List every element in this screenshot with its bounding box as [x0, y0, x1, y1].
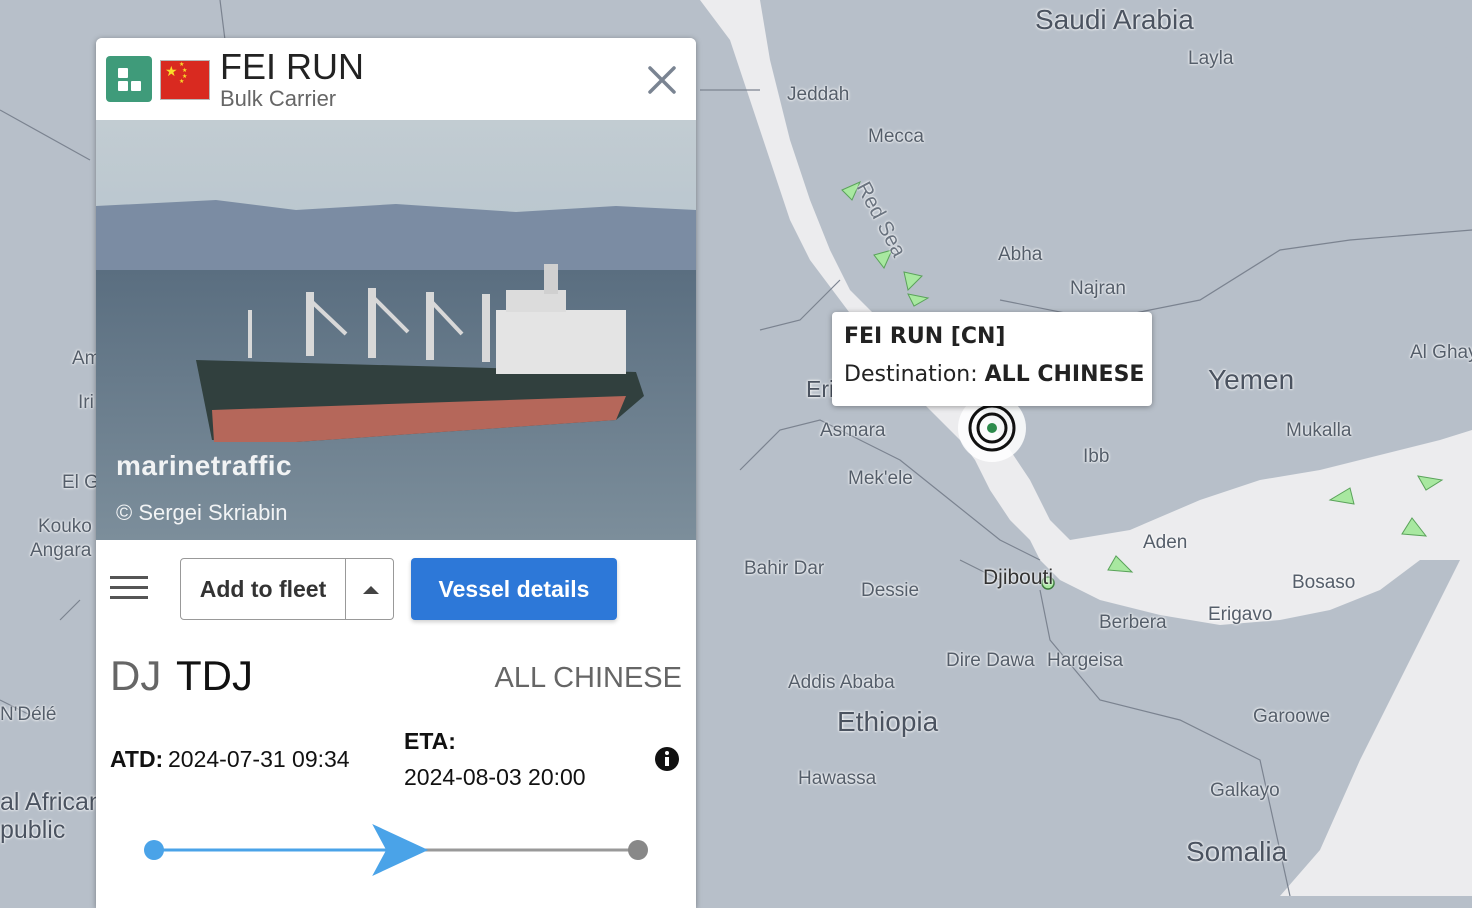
map-city-label: Asmara — [820, 420, 886, 441]
map-country-label: Ethiopia — [837, 706, 939, 737]
map-city-label: Galkayo — [1210, 780, 1280, 801]
map-city-label: Al Ghay — [1410, 342, 1472, 363]
map-country-label: Saudi Arabia — [1035, 4, 1194, 35]
chevron-up-icon — [363, 586, 379, 594]
map-city-label: Angara — [30, 540, 92, 561]
panel-actions: Add to fleet Vessel details — [96, 540, 696, 640]
map-city-label: El G — [62, 472, 99, 493]
progress-start-dot — [144, 840, 164, 860]
map-city-label: Ibb — [1083, 446, 1110, 467]
map-city-label: Jeddah — [787, 84, 850, 105]
eta-value: 2024-08-03 20:00 — [404, 764, 586, 790]
map-city-label: Kouko — [38, 516, 92, 537]
map-city-label: Djibouti — [983, 566, 1054, 589]
map-city-label: Garoowe — [1253, 706, 1331, 727]
eta-label: ETA: — [404, 728, 456, 754]
map-city-label: Dire Dawa — [946, 650, 1035, 671]
voyage-progress-bar — [144, 824, 648, 876]
destination: ALL CHINESE — [494, 662, 683, 694]
map-city-label: Layla — [1188, 48, 1234, 69]
map-city-label: Iri — [78, 392, 94, 413]
bulk-carrier-icon — [106, 56, 152, 102]
photo-credit: © Sergei Skriabin — [116, 500, 288, 525]
vessel-arrow — [907, 293, 930, 307]
photo-watermark: marinetraffic — [116, 450, 293, 481]
tooltip-destination-label: Destination: — [844, 362, 978, 387]
map-country-label: Somalia — [1186, 836, 1288, 867]
info-icon[interactable] — [654, 746, 680, 772]
vessel-details-button[interactable]: Vessel details — [411, 558, 617, 620]
tooltip-destination: Destination: ALL CHINESE — [844, 362, 1144, 387]
departure-port: TDJ — [176, 652, 253, 699]
voyage-times: ATD: 2024-07-31 09:34 ETA: 2024-08-03 20… — [96, 718, 696, 808]
map-city-label: Addis Ababa — [788, 672, 895, 693]
water-right — [1370, 0, 1472, 60]
map-city-label: Mecca — [868, 126, 924, 147]
add-to-fleet-button[interactable]: Add to fleet — [181, 559, 345, 619]
atd-value: 2024-07-31 09:34 — [168, 746, 350, 772]
map-city-label: Dessie — [861, 580, 920, 601]
map-city-label: Abha — [998, 244, 1043, 265]
tooltip-destination-value: ALL CHINESE — [984, 362, 1145, 387]
voyage-progress — [96, 818, 696, 878]
map-country-label: al African — [0, 788, 103, 816]
vessel-tooltip: FEI RUN [CN] Destination: ALL CHINESE — [832, 312, 1152, 406]
map-city-label: Mek'ele — [848, 468, 913, 489]
vessel-name: FEI RUN — [220, 46, 364, 87]
menu-icon[interactable] — [110, 576, 150, 606]
map-city-label: N'Délé — [0, 704, 57, 725]
map-city-label: Berbera — [1099, 612, 1167, 633]
map-city-label: Bahir Dar — [744, 558, 825, 579]
atd-label: ATD: — [110, 746, 164, 772]
panel-header: ★ ★ ★ ★ ★ FEI RUN Bulk Carrier — [96, 38, 696, 120]
fleet-dropdown-button[interactable] — [345, 559, 394, 619]
fleet-button-group: Add to fleet — [180, 558, 394, 620]
map-city-label: Bosaso — [1292, 572, 1356, 593]
departure-country: DJ — [110, 652, 162, 699]
map-country-label: Yemen — [1208, 364, 1295, 395]
map-city-label: Najran — [1070, 278, 1126, 299]
map-city-label: Erigavo — [1208, 604, 1273, 625]
map-country-label: public — [0, 816, 66, 844]
vessel-photo[interactable]: marinetraffic © Sergei Skriabin — [96, 120, 696, 540]
progress-end-dot — [628, 840, 648, 860]
map-city-label: Mukalla — [1286, 420, 1352, 441]
china-flag-icon: ★ ★ ★ ★ ★ — [160, 60, 210, 100]
map-city-label: Aden — [1143, 532, 1188, 553]
map-city-label: Hargeisa — [1047, 650, 1124, 671]
close-button[interactable] — [644, 62, 680, 98]
close-icon — [648, 66, 676, 94]
vessel-arrow — [903, 271, 923, 291]
vessel-type: Bulk Carrier — [220, 86, 337, 111]
tooltip-title: FEI RUN [CN] — [844, 324, 1006, 349]
vessel-panel: ★ ★ ★ ★ ★ FEI RUN Bulk Carrier marinetra… — [96, 38, 696, 908]
map-city-label: Hawassa — [798, 768, 877, 789]
